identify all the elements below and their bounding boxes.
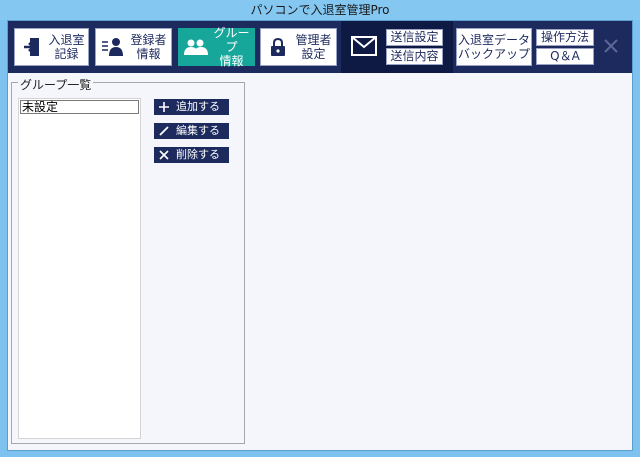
group-icon: [183, 38, 209, 56]
x-icon: [154, 150, 174, 160]
door-icon: [19, 37, 45, 57]
mail-group: 送信設定 送信内容: [341, 21, 453, 73]
qa-label: Q＆A: [550, 49, 580, 63]
delete-label: 削除する: [176, 148, 220, 161]
add-label: 追加する: [176, 100, 220, 113]
qa-button[interactable]: Q＆A: [536, 48, 594, 65]
group-info-label: グループ 情報: [213, 26, 250, 68]
main-window: 入退室 記録 登録者 情報 グループ 情報 管理者 設定 送信設定 送信内容 入…: [7, 20, 633, 451]
pencil-icon: [154, 126, 174, 136]
data-backup-button[interactable]: 入退室データ バックアップ: [456, 28, 532, 66]
group-info-button[interactable]: グループ 情報: [178, 26, 255, 68]
registrant-info-button[interactable]: 登録者 情報: [95, 28, 172, 66]
mail-icon: [351, 36, 377, 60]
how-to-label: 操作方法: [540, 30, 589, 44]
person-list-icon: [100, 37, 126, 57]
edit-button[interactable]: 編集する: [154, 123, 229, 139]
entry-record-label: 入退室 記録: [48, 33, 85, 61]
title-bar: パソコンで入退室管理Pro: [0, 0, 640, 20]
how-to-button[interactable]: 操作方法: [536, 29, 594, 46]
send-settings-button[interactable]: 送信設定: [386, 29, 443, 46]
group-listbox[interactable]: 未設定: [18, 98, 141, 439]
send-content-button[interactable]: 送信内容: [386, 48, 443, 65]
window-title: パソコンで入退室管理Pro: [250, 3, 390, 17]
edit-label: 編集する: [176, 124, 220, 137]
entry-record-button[interactable]: 入退室 記録: [14, 28, 89, 66]
list-item[interactable]: 未設定: [20, 100, 139, 114]
group-list-legend: グループ一覧: [18, 78, 94, 92]
close-icon[interactable]: [600, 35, 622, 57]
send-content-label: 送信内容: [390, 49, 439, 63]
delete-button[interactable]: 削除する: [154, 147, 229, 163]
registrant-info-label: 登録者 情報: [130, 33, 167, 61]
data-backup-label: 入退室データ バックアップ: [457, 33, 530, 61]
lock-icon: [265, 37, 291, 57]
list-item-label: 未設定: [22, 100, 59, 114]
admin-settings-label: 管理者 設定: [295, 33, 332, 61]
main-toolbar: 入退室 記録 登録者 情報 グループ 情報 管理者 設定 送信設定 送信内容 入…: [8, 21, 632, 73]
send-settings-label: 送信設定: [390, 30, 439, 44]
plus-icon: [154, 102, 174, 112]
add-button[interactable]: 追加する: [154, 99, 229, 115]
admin-settings-button[interactable]: 管理者 設定: [260, 28, 337, 66]
